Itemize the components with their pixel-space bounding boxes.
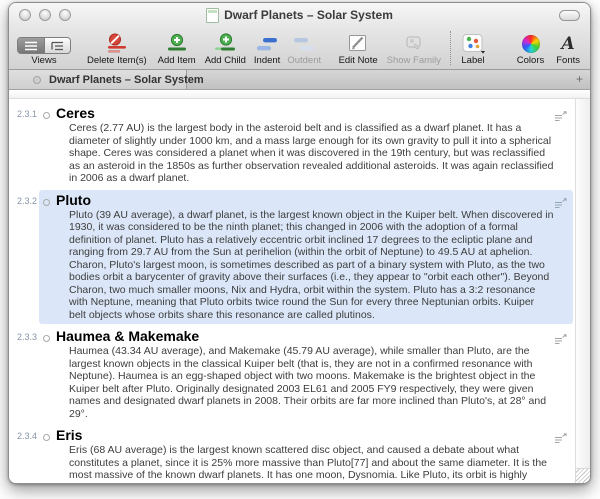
list-view-icon[interactable]	[18, 38, 44, 53]
item-number: 2.3.4	[9, 425, 39, 483]
tab-bar: Dwarf Planets – Solar System +	[9, 70, 590, 90]
tab-close-icon[interactable]	[33, 76, 41, 84]
vertical-scrollbar[interactable]	[575, 99, 590, 468]
outline-item-ceres[interactable]: 2.3.1 Ceres Ceres (2.77 AU) is the large…	[9, 103, 575, 188]
indent-label: Indent	[254, 55, 280, 66]
delete-item-icon	[105, 32, 129, 54]
show-family-icon	[402, 32, 426, 54]
item-note-text[interactable]: Eris (68 AU average) is the largest know…	[69, 444, 554, 483]
item-number: 2.3.2	[9, 190, 39, 325]
delete-item-button[interactable]: Delete Item(s)	[87, 32, 147, 66]
note-indicator-icon[interactable]	[554, 328, 571, 420]
color-wheel-icon	[522, 35, 540, 53]
item-note-text[interactable]: Pluto (39 AU average), a dwarf planet, i…	[69, 209, 554, 322]
edit-note-icon	[347, 32, 369, 54]
outdent-label: Outdent	[287, 55, 321, 66]
window-title: Dwarf Planets – Solar System	[224, 8, 393, 22]
delete-item-label: Delete Item(s)	[87, 55, 147, 66]
item-note-text[interactable]: Ceres (2.77 AU) is the largest body in t…	[69, 122, 554, 185]
label-label: Label	[461, 55, 484, 66]
fonts-button[interactable]: A Fonts	[556, 32, 580, 66]
edit-note-button[interactable]: Edit Note	[339, 32, 378, 66]
fonts-icon: A	[562, 34, 575, 54]
bullet-icon[interactable]	[43, 434, 50, 441]
add-tab-button[interactable]: +	[576, 72, 583, 86]
resize-grip[interactable]	[575, 468, 590, 483]
outline-list: 2.3.1 Ceres Ceres (2.77 AU) is the large…	[9, 103, 575, 483]
item-title[interactable]: Ceres	[56, 105, 554, 121]
show-family-label: Show Family	[387, 55, 441, 66]
tab-dwarf-planets[interactable]: Dwarf Planets – Solar System	[9, 70, 187, 89]
indent-icon	[255, 32, 279, 54]
outline-item-eris[interactable]: 2.3.4 Eris Eris (68 AU average) is the l…	[9, 425, 575, 483]
zoom-button[interactable]	[59, 9, 71, 21]
toolbar: Views Delete Item(s)	[9, 27, 590, 70]
toolbar-separator	[450, 31, 451, 65]
colors-button[interactable]: Colors	[517, 32, 544, 66]
views-label: Views	[31, 55, 56, 66]
title-bar[interactable]: Dwarf Planets – Solar System	[9, 3, 590, 27]
close-button[interactable]	[19, 9, 31, 21]
app-window: Dwarf Planets – Solar System Views	[8, 2, 591, 484]
outline-content-area[interactable]: 2.3.1 Ceres Ceres (2.77 AU) is the large…	[9, 99, 590, 483]
label-icon	[460, 32, 486, 54]
item-title[interactable]: Pluto	[56, 192, 554, 208]
outline-item-haumea-makemake[interactable]: 2.3.3 Haumea & Makemake Haumea (43.34 AU…	[9, 326, 575, 423]
add-child-label: Add Child	[205, 55, 246, 66]
bullet-icon[interactable]	[43, 112, 50, 119]
selection-highlight: Pluto Pluto (39 AU average), a dwarf pla…	[39, 190, 573, 325]
item-title[interactable]: Haumea & Makemake	[56, 328, 554, 344]
item-number: 2.3.1	[9, 103, 39, 188]
item-title[interactable]: Eris	[56, 427, 554, 443]
header-strip	[9, 90, 590, 99]
document-icon	[206, 8, 219, 23]
show-family-button: Show Family	[387, 32, 441, 66]
window-title-group: Dwarf Planets – Solar System	[206, 8, 393, 23]
item-number: 2.3.3	[9, 326, 39, 423]
bullet-icon[interactable]	[43, 335, 50, 342]
note-indicator-icon[interactable]	[554, 427, 571, 483]
toolbar-toggle-button[interactable]	[559, 10, 580, 21]
window-controls	[19, 9, 71, 21]
label-button[interactable]: Label	[460, 32, 486, 66]
add-child-button[interactable]: Add Child	[205, 32, 246, 66]
note-indicator-icon[interactable]	[554, 192, 571, 322]
colors-label: Colors	[517, 55, 544, 66]
outdent-button: Outdent	[287, 32, 321, 66]
add-item-label: Add Item	[158, 55, 196, 66]
indent-button[interactable]: Indent	[254, 32, 280, 66]
views-segmented-control[interactable]: Views	[17, 32, 71, 66]
edit-note-label: Edit Note	[339, 55, 378, 66]
add-child-icon	[213, 32, 237, 54]
tab-label: Dwarf Planets – Solar System	[49, 74, 204, 86]
add-item-button[interactable]: Add Item	[158, 32, 196, 66]
minimize-button[interactable]	[39, 9, 51, 21]
outdent-icon	[292, 32, 316, 54]
note-indicator-icon[interactable]	[554, 105, 571, 185]
bullet-icon[interactable]	[43, 199, 50, 206]
item-note-text[interactable]: Haumea (43.34 AU average), and Makemake …	[69, 345, 554, 420]
add-item-icon	[165, 32, 189, 54]
fonts-label: Fonts	[556, 55, 580, 66]
outline-item-pluto[interactable]: 2.3.2 Pluto Pluto (39 AU average), a dwa…	[9, 190, 575, 325]
outline-view-icon[interactable]	[44, 38, 70, 53]
